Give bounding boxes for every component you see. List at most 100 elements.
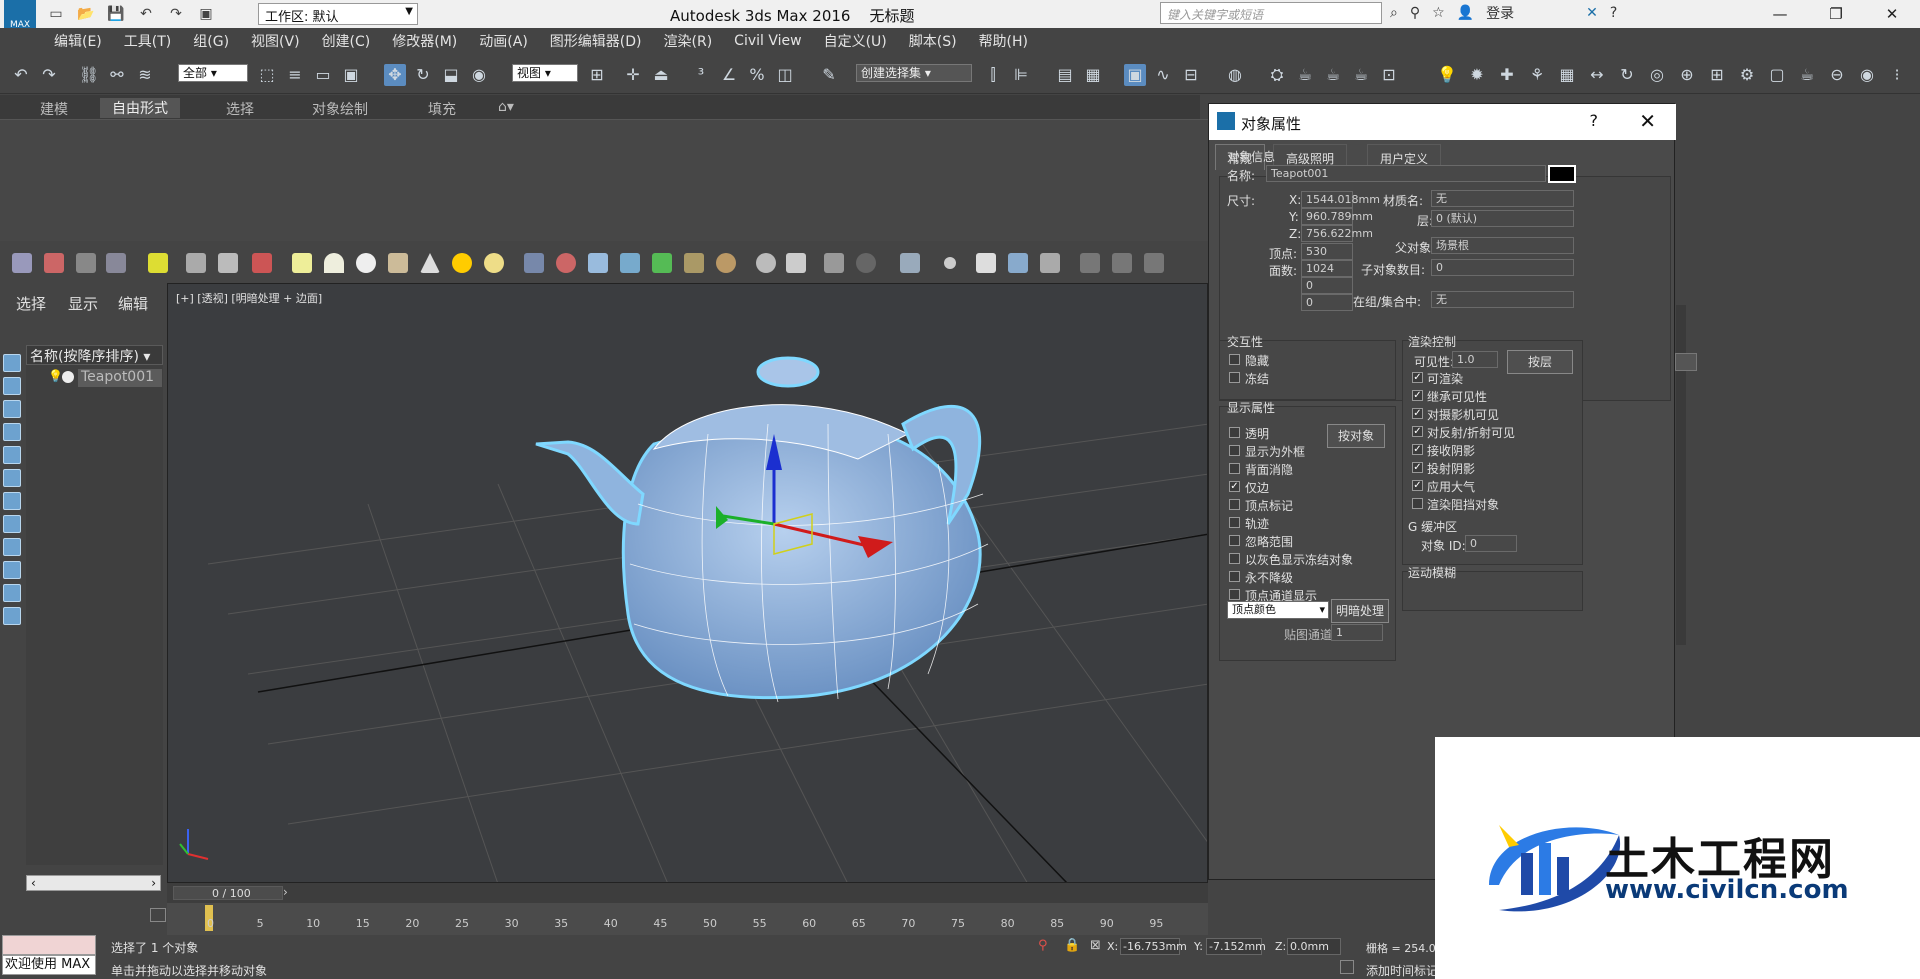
teapot-tool-icon[interactable]	[12, 253, 32, 273]
minimize-icon[interactable]: —	[1752, 0, 1808, 28]
binoculars-icon[interactable]: ⌕	[1390, 5, 1398, 21]
object-color-swatch[interactable]	[1548, 165, 1576, 183]
ribbon-toggle-icon[interactable]: ▣	[1124, 64, 1146, 86]
plane-icon[interactable]	[292, 253, 312, 273]
grid-icon[interactable]: ▦	[1556, 64, 1578, 86]
mirror-icon[interactable]: ⫿	[982, 64, 1004, 86]
menu-item-12[interactable]: 帮助(H)	[979, 31, 1028, 51]
absolute-mode-icon[interactable]: ⊠	[1090, 938, 1101, 953]
tab-display[interactable]: 显示	[68, 293, 98, 314]
time-slider[interactable]: 0 / 100 ›	[167, 883, 1208, 903]
render-ctrl-checkbox-3[interactable]: ✓	[1412, 426, 1423, 437]
time-slider-thumb[interactable]: 0 / 100	[173, 886, 283, 900]
display-prop-checkbox-7[interactable]	[1229, 553, 1240, 564]
teapot-object[interactable]	[535, 356, 989, 703]
scroll-right-icon[interactable]: ›	[151, 876, 156, 890]
first-frame-icon[interactable]	[1080, 253, 1100, 273]
menu-item-8[interactable]: 渲染(R)	[664, 31, 713, 51]
render-icon[interactable]: ☕	[1322, 64, 1344, 86]
shirt-icon[interactable]	[976, 253, 996, 273]
bind-spacewarp-icon[interactable]: ≋	[134, 64, 156, 86]
named-selection-set-select[interactable]: 创建选择集 ▾	[856, 64, 972, 82]
table-icon[interactable]	[106, 253, 126, 273]
display-prop-checkbox-1[interactable]	[1229, 445, 1240, 456]
sun-icon[interactable]: ✹	[1466, 64, 1488, 86]
isolate-icon[interactable]: ⚲	[1038, 938, 1048, 953]
viewport-label[interactable]: [+] [透视] [明暗处理 + 边面]	[176, 290, 322, 306]
close-icon[interactable]: ✕	[1864, 0, 1920, 28]
display-prop-checkbox-3[interactable]: ✓	[1229, 481, 1240, 492]
scroll-left-icon[interactable]: ‹	[31, 876, 36, 890]
render-frame-icon[interactable]	[44, 253, 64, 273]
track-bar[interactable]: 0 5 10 15 20 25 30 35 40 45 50 55 60 65 70 75 80 85 90 95	[167, 903, 1208, 935]
tab-selection[interactable]: 选择	[226, 99, 254, 119]
visibility-field[interactable]: 1.0	[1452, 351, 1498, 368]
move-icon[interactable]: ✥	[384, 64, 406, 86]
name-field[interactable]: Teapot001	[1266, 165, 1546, 182]
filter-shapes-icon[interactable]	[3, 377, 21, 395]
close-icon[interactable]: ✕	[1639, 109, 1656, 133]
dolly-icon[interactable]	[186, 253, 206, 273]
filter-groups-icon[interactable]	[3, 492, 21, 510]
filter-spacewarps-icon[interactable]	[3, 469, 21, 487]
ribbon-options-icon[interactable]: ⌂▾	[498, 99, 514, 115]
teapot-icon[interactable]: ☕	[1796, 64, 1818, 86]
tab-select[interactable]: 选择	[16, 293, 46, 314]
material-ball-icon[interactable]	[218, 253, 238, 273]
plant-icon[interactable]	[652, 253, 672, 273]
help-tool-icon[interactable]	[856, 253, 876, 273]
menu-item-3[interactable]: 视图(V)	[251, 31, 300, 51]
systems-icon[interactable]: ⚙	[1736, 64, 1758, 86]
visibility-icon[interactable]	[62, 371, 74, 383]
display-prop-checkbox-4[interactable]	[1229, 499, 1240, 510]
object-id-field[interactable]: 0	[1465, 535, 1517, 552]
render-cloud-icon[interactable]: ⊡	[1378, 64, 1400, 86]
render-ctrl-checkbox-7[interactable]	[1412, 498, 1423, 509]
next-frame-icon[interactable]: ›	[283, 885, 288, 899]
render-ctrl-checkbox-5[interactable]: ✓	[1412, 462, 1423, 473]
menu-item-11[interactable]: 脚本(S)	[909, 31, 957, 51]
pills-icon[interactable]	[556, 253, 576, 273]
workspace-select[interactable]: 工作区: 默认 ▼	[258, 3, 418, 25]
filter-containers-icon[interactable]	[3, 561, 21, 579]
wire-icon[interactable]	[588, 253, 608, 273]
tab-populate[interactable]: 填充	[428, 99, 456, 119]
new-file-icon[interactable]: ▭	[46, 4, 66, 24]
bowl-icon[interactable]	[388, 253, 408, 273]
sphere-icon[interactable]: ◎	[1646, 64, 1668, 86]
filter-xrefs-icon[interactable]	[3, 515, 21, 533]
tube-icon[interactable]	[1008, 253, 1028, 273]
car-icon[interactable]: ⊖	[1826, 64, 1848, 86]
maximize-icon[interactable]: ❐	[1808, 0, 1864, 28]
selection-filter-select[interactable]: 全部 ▾	[178, 64, 248, 82]
film-icon[interactable]	[786, 253, 806, 273]
star-icon[interactable]: ☆	[1432, 5, 1445, 21]
ruler-icon[interactable]: ↔	[1586, 64, 1608, 86]
lock-icon[interactable]: 🔒	[1064, 938, 1080, 953]
maxscript-mini-listener[interactable]: 欢迎使用 MAX	[2, 955, 96, 975]
particle-icon[interactable]	[252, 253, 272, 273]
freeze-checkbox[interactable]	[1229, 372, 1240, 383]
filter-geometry-icon[interactable]	[3, 354, 21, 372]
command-panel-dropdown[interactable]	[1675, 353, 1697, 371]
curve-editor-icon[interactable]: ∿	[1152, 64, 1174, 86]
camera-icon[interactable]: ⊕	[1676, 64, 1698, 86]
display-prop-checkbox-5[interactable]	[1229, 517, 1240, 528]
communication-icon[interactable]: ⚲	[1410, 5, 1420, 21]
exchange-icon[interactable]: ✕	[1586, 5, 1598, 21]
gear-tool-icon[interactable]	[620, 253, 640, 273]
layer-icon[interactable]	[76, 253, 96, 273]
hf-icon[interactable]	[684, 253, 704, 273]
rendered-frame-icon[interactable]: ☕	[1294, 64, 1316, 86]
help-icon[interactable]: ?	[1610, 5, 1617, 21]
render-ctrl-checkbox-4[interactable]: ✓	[1412, 444, 1423, 455]
orbit-icon[interactable]: ↻	[1616, 64, 1638, 86]
select-manipulate-icon[interactable]: ✛	[622, 64, 644, 86]
filter-hidden-icon[interactable]	[3, 607, 21, 625]
explorer-column-header[interactable]: 名称(按降序排序) ▾	[26, 345, 163, 365]
menu-item-6[interactable]: 动画(A)	[479, 31, 528, 51]
horizontal-scrollbar[interactable]: ‹ ›	[26, 875, 161, 891]
rotate-icon[interactable]: ↻	[412, 64, 434, 86]
key-filters-icon[interactable]	[150, 908, 166, 922]
hide-checkbox[interactable]	[1229, 354, 1240, 365]
